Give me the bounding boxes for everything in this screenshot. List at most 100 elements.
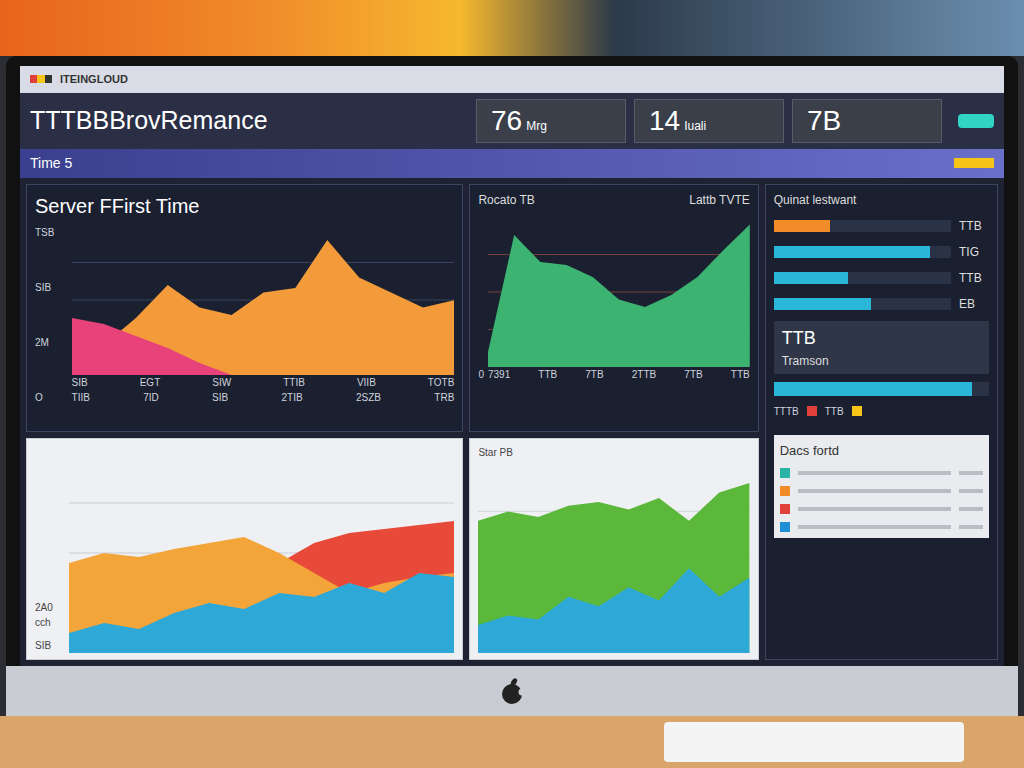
section-band: Time 5	[20, 149, 1004, 178]
axis-tick: SIB	[212, 390, 228, 405]
y-axis: 0	[478, 217, 484, 382]
axis-tick: 2M	[35, 335, 68, 350]
legend-line	[798, 471, 951, 475]
monitor-chin	[6, 666, 1018, 716]
bar-fill	[774, 298, 871, 310]
stat-unit: Iuali	[684, 117, 706, 135]
server-time-panel: Server FFirst TimeTSBSIB2MOSIBEGTSIWTTIB…	[26, 184, 463, 432]
legend-value-line	[959, 471, 983, 475]
screen: ITEINGLOUDTTTBBBrovRemance76Mrg14Iuali7B…	[20, 66, 1004, 666]
bar-row: TTB	[774, 217, 989, 235]
status-pill[interactable]	[958, 114, 994, 128]
chart-subtitle: Lattb TVTE	[689, 191, 749, 209]
chart-series	[69, 573, 454, 653]
chart-area: SIBEGTSIWTTIBVIIBTOTBTIIB7IDSIB2TIB2SZBT…	[72, 225, 455, 405]
axis-tick: TSB	[35, 225, 68, 240]
axis-tick: SIB	[35, 280, 68, 295]
legend-value-line	[959, 525, 983, 529]
monitor: ITEINGLOUDTTTBBBrovRemance76Mrg14Iuali7B…	[6, 56, 1018, 666]
meter-fill	[774, 382, 972, 396]
chart-series	[69, 521, 454, 653]
legend-line	[798, 525, 951, 529]
y-axis: TSBSIB2MO	[35, 225, 68, 405]
area-chart	[488, 217, 750, 367]
summary-sub: Tramson	[782, 352, 981, 370]
brand-logo-icon	[30, 75, 52, 83]
axis-tick: TTIB	[283, 375, 305, 390]
axis-tick: 2TTB	[632, 367, 656, 382]
chart-series	[72, 318, 455, 375]
axis-tick: SIW	[212, 375, 231, 390]
legend-value-line	[959, 489, 983, 493]
axis-tick: TRB	[434, 390, 454, 405]
summary-label: TTB	[782, 325, 981, 352]
axis-tick: EGT	[140, 375, 161, 390]
stat-value: 14	[649, 104, 680, 138]
axis-tick: TTB	[538, 367, 557, 382]
chart-area: 7391TTB7TB2TTB7TBTTB	[488, 217, 750, 382]
bar-row: TIG	[774, 243, 989, 261]
legend-item	[780, 486, 983, 496]
apple-logo-icon	[501, 678, 523, 704]
legend-line	[798, 489, 951, 493]
axis-tick: 7TB	[684, 367, 702, 382]
bar-row: TTB	[774, 269, 989, 287]
axis-tick: 7391	[488, 367, 510, 382]
bar-fill	[774, 272, 848, 284]
axis-tick: 0	[478, 367, 484, 382]
legend-item	[780, 468, 983, 478]
band-label: Time 5	[30, 153, 954, 174]
mini-row: TTTBTTB	[774, 404, 989, 419]
legend-line	[798, 507, 951, 511]
bar-track	[774, 246, 951, 258]
x-axis: TIIB7IDSIB2TIB2SZBTRB	[72, 390, 455, 405]
stat-value: 76	[491, 104, 522, 138]
legend-item	[780, 504, 983, 514]
axis-tick: SIB	[35, 638, 61, 653]
stat-value: 7B	[807, 104, 841, 138]
axis-tick: 2SZB	[356, 390, 381, 405]
axis-tick: TTB	[731, 367, 750, 382]
chart-body: TSBSIB2MOSIBEGTSIWTTIBVIIBTOTBTIIB7IDSIB…	[35, 225, 454, 405]
axis-tick: TOTB	[428, 375, 454, 390]
panel-title: Quinat lestwant	[774, 191, 989, 209]
desk	[0, 716, 1024, 768]
area-chart	[478, 464, 749, 654]
bar-fill	[774, 220, 831, 232]
chart-series	[488, 224, 750, 367]
area-chart	[72, 225, 455, 375]
legend-list: Dacs fortd	[774, 435, 989, 539]
stat-box: 7B	[792, 99, 942, 143]
chart-title: Server FFirst Time	[35, 191, 454, 221]
bar-track	[774, 298, 951, 310]
trend-panel: 2A0 cchSIB	[26, 438, 463, 661]
summary-panel: Quinat lestwantTTBTIGTTBEBTTBTramsonTTTB…	[765, 184, 998, 661]
legend-swatch	[780, 486, 790, 496]
legend-swatch	[780, 504, 790, 514]
chart-body: 07391TTB7TB2TTB7TBTTB	[478, 217, 749, 382]
dashboard-grid: Server FFirst TimeTSBSIB2MOSIBEGTSIWTTIB…	[20, 178, 1004, 667]
chart-series	[478, 568, 749, 653]
title-bar: ITEINGLOUD	[20, 66, 1004, 93]
legend-value-line	[959, 507, 983, 511]
chart-area	[69, 445, 454, 654]
chart-label: Star PB	[478, 445, 749, 460]
bar-fill	[774, 246, 930, 258]
bar-label: TTB	[959, 269, 989, 287]
chart-title: Rocato TB	[478, 191, 534, 209]
x-axis: 7391TTB7TB2TTB7TBTTB	[488, 367, 750, 382]
area-chart	[69, 453, 454, 653]
traffic-panel: Star PB	[469, 438, 758, 661]
axis-tick: TIIB	[72, 390, 90, 405]
wall	[0, 0, 1024, 56]
meter-track	[774, 382, 989, 396]
band-marker	[954, 158, 994, 168]
bar-track	[774, 220, 951, 232]
axis-tick: 2TIB	[282, 390, 303, 405]
chart-header: Rocato TB Lattb TVTE	[478, 191, 749, 209]
chart-series	[478, 482, 749, 653]
legend-swatch	[852, 406, 862, 416]
summary-box: TTBTramson	[774, 321, 989, 374]
legend-swatch	[780, 522, 790, 532]
axis-tick: SIB	[72, 375, 88, 390]
